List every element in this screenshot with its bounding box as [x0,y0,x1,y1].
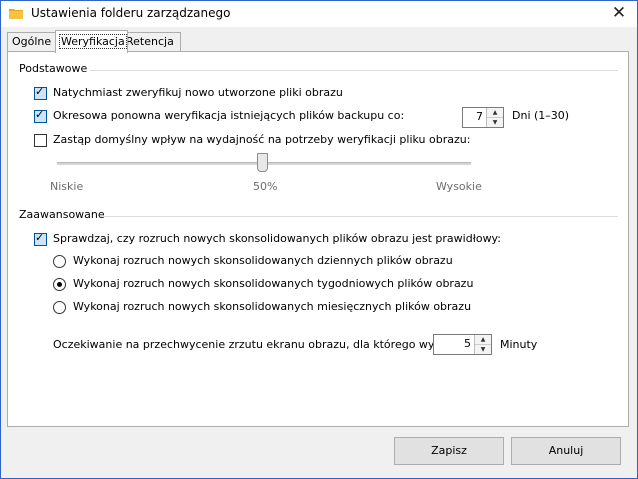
chevron-down-icon[interactable]: ▼ [475,345,491,354]
override-checkbox[interactable] [34,134,47,147]
stepper-buttons: ▲ ▼ [474,335,491,354]
verify-new-label: Natychmiast zweryfikuj nowo utworzone pl… [53,86,343,99]
periodic-days-value: 7 [476,110,483,123]
check-icon: ✓ [35,231,45,244]
slider-max-label: Wysokie [436,180,482,193]
radio-weekly-label: Wykonaj rozruch nowych skonsolidowanych … [73,277,474,290]
periodic-label: Okresowa ponowna weryfikacja istniejącyc… [53,109,405,122]
radio-daily[interactable] [53,255,66,268]
chevron-up-icon[interactable]: ▲ [487,108,503,118]
close-icon[interactable]: ✕ [601,1,637,27]
title-bar[interactable]: Ustawienia folderu zarządzanego ✕ [1,1,637,27]
slider-min-label: Niskie [50,180,84,193]
check-icon: ✓ [35,85,45,98]
slider-mid-label: 50% [253,180,278,193]
basic-group-title: Podstawowe [19,62,88,75]
cancel-button[interactable]: Anuluj [511,437,621,465]
folder-icon [9,9,23,19]
save-button[interactable]: Zapisz [394,437,504,465]
stepper-buttons: ▲ ▼ [486,108,503,127]
wait-minutes-value: 5 [464,337,471,350]
override-label: Zastąp domyślny wpływ na wydajność na po… [53,133,471,146]
wait-unit-label: Minuty [500,338,538,351]
verify-new-checkbox[interactable]: ✓ [34,85,47,100]
radio-daily-label: Wykonaj rozruch nowych skonsolidowanych … [73,254,453,267]
tab-general[interactable]: Ogólne [7,32,61,51]
periodic-unit-label: Dni (1–30) [512,109,570,122]
advanced-group-title: Zaawansowane [19,208,105,221]
wait-label: Oczekiwanie na przechwycenie zrzutu ekra… [53,338,461,351]
check-rollup-checkbox[interactable]: ✓ [34,231,47,246]
chevron-down-icon[interactable]: ▼ [487,118,503,127]
radio-monthly-label: Wykonaj rozruch nowych skonsolidowanych … [73,300,472,313]
chevron-up-icon[interactable]: ▲ [475,335,491,345]
window-title: Ustawienia folderu zarządzanego [31,6,231,20]
verification-panel: Podstawowe ✓ Natychmiast zweryfikuj nowo… [7,51,629,427]
tab-verification[interactable]: Weryfikacja [55,30,128,53]
settings-window: Ustawienia folderu zarządzanego ✕ Ogólne… [0,0,638,479]
divider [90,70,618,71]
radio-monthly[interactable] [53,301,66,314]
radio-weekly[interactable] [53,278,66,291]
wait-minutes-stepper[interactable]: 5 ▲ ▼ [433,334,492,355]
performance-slider-thumb[interactable] [257,153,268,172]
periodic-days-stepper[interactable]: 7 ▲ ▼ [462,107,504,128]
tab-retention[interactable]: Retencja [121,32,181,51]
check-rollup-label: Sprawdzaj, czy rozruch nowych skonsolido… [53,232,501,245]
check-icon: ✓ [35,108,45,121]
divider [100,216,618,217]
periodic-checkbox[interactable]: ✓ [34,108,47,123]
